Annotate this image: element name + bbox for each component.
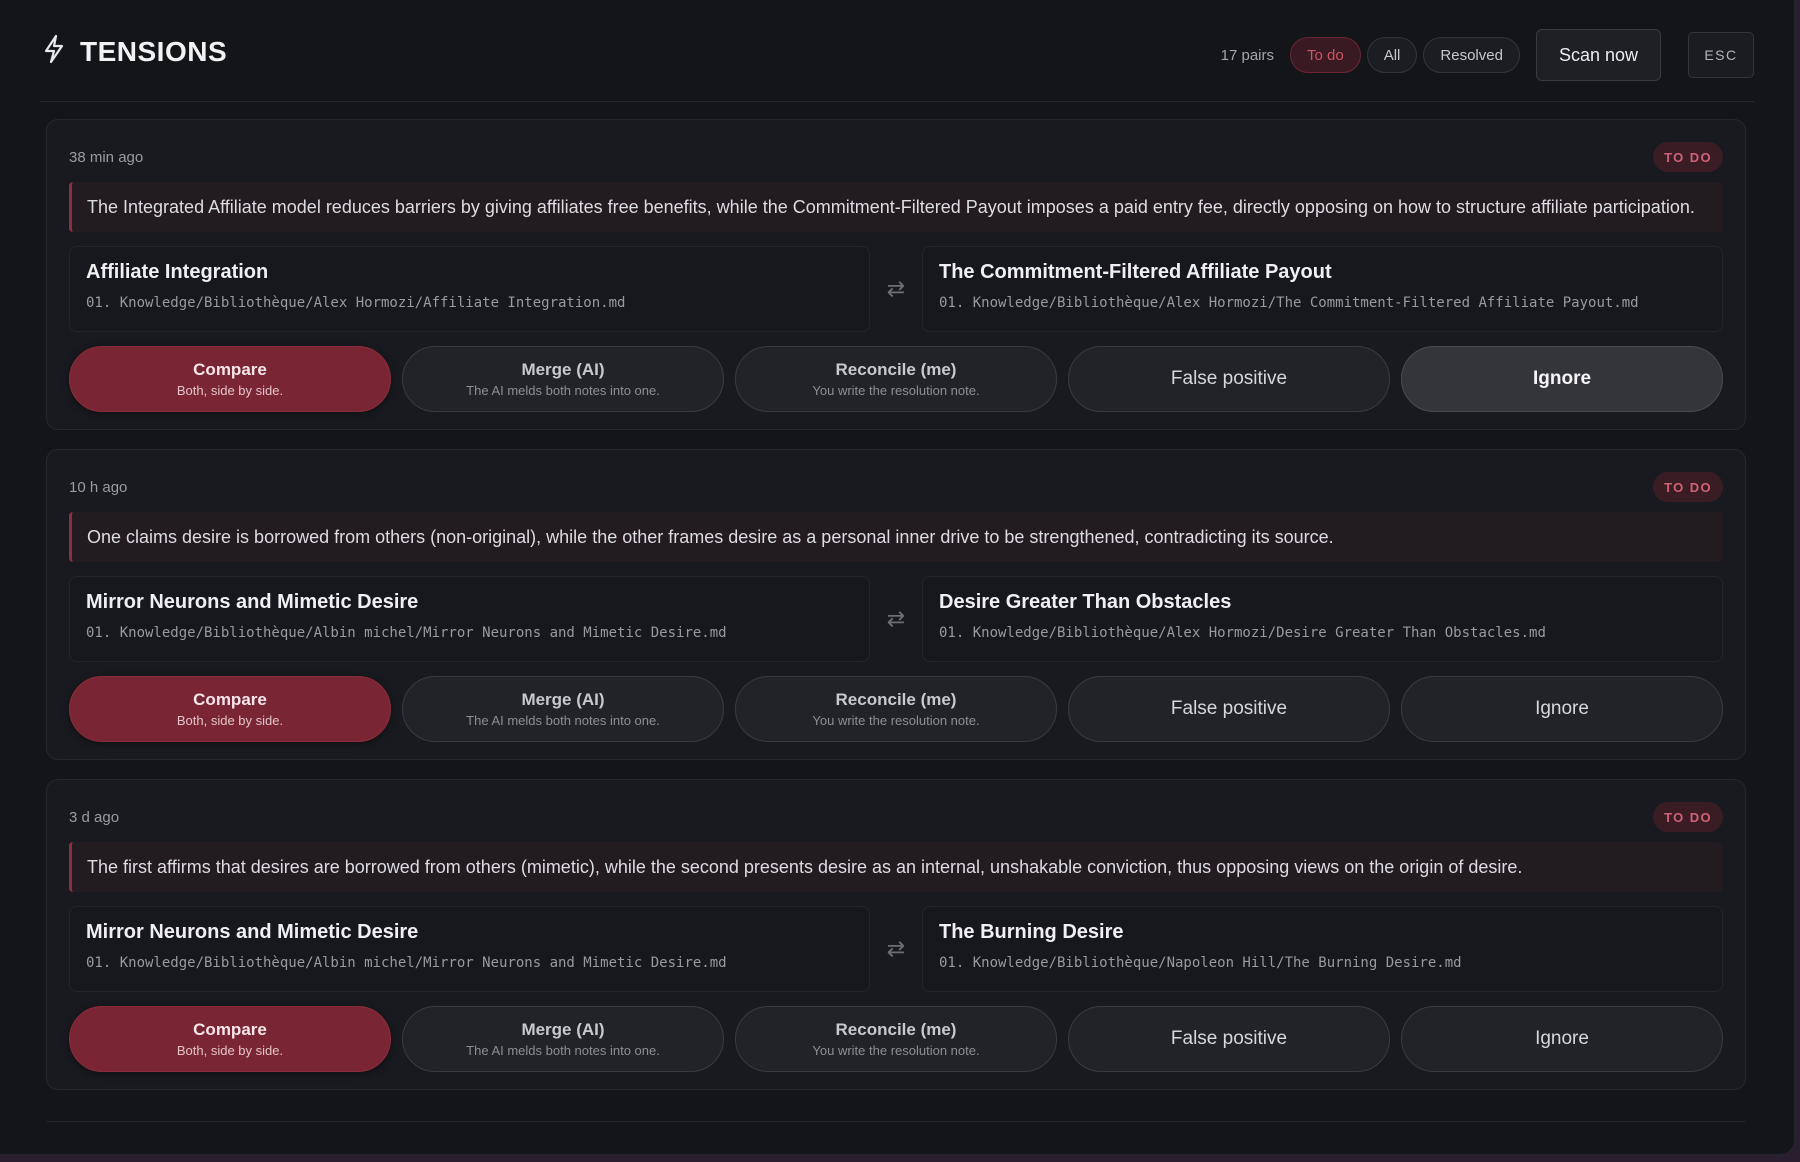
merge-ai-button[interactable]: Merge (AI) The AI melds both notes into … [402, 676, 724, 742]
tensions-window: TENSIONS 17 pairs To do All Resolved Sca… [0, 0, 1794, 1154]
reconcile-button[interactable]: Reconcile (me) You write the resolution … [735, 346, 1057, 412]
card-time: 10 h ago [69, 478, 128, 496]
compare-button[interactable]: Compare Both, side by side. [69, 1006, 391, 1072]
note-path: 01. Knowledge/Bibliothèque/Alex Hormozi/… [939, 625, 1546, 641]
swap-arrows-icon: ⇄ [886, 936, 906, 961]
note-path: 01. Knowledge/Bibliothèque/Napoleon Hill… [939, 955, 1462, 971]
false-positive-button[interactable]: False positive [1068, 676, 1390, 742]
note-title: Affiliate Integration [86, 261, 269, 283]
compare-button[interactable]: Compare Both, side by side. [69, 346, 391, 412]
swap-arrows-icon: ⇄ [886, 276, 906, 301]
page-title: TENSIONS [80, 35, 228, 67]
tension-card: 38 min ago TO DO The Integrated Affiliat… [46, 119, 1746, 430]
left-note[interactable]: Affiliate Integration 01. Knowledge/Bibl… [69, 246, 870, 332]
reconcile-label: Reconcile (me) [835, 1020, 957, 1039]
note-title: The Commitment-Filtered Affiliate Payout [939, 261, 1332, 283]
status-badge: TO DO [1653, 142, 1723, 172]
filter-todo[interactable]: To do [1290, 37, 1361, 73]
compare-sub: Both, side by side. [176, 383, 284, 398]
compare-label: Compare [193, 360, 267, 379]
tension-reason: The Integrated Affiliate model reduces b… [69, 182, 1723, 232]
esc-button[interactable]: ESC [1688, 32, 1754, 78]
card-time: 3 d ago [69, 808, 120, 826]
false-positive-button[interactable]: False positive [1068, 1006, 1390, 1072]
filter-all[interactable]: All [1366, 37, 1418, 73]
tension-card: 10 h ago TO DO One claims desire is borr… [46, 449, 1746, 760]
status-badge: TO DO [1653, 472, 1723, 502]
compare-label: Compare [193, 690, 267, 709]
left-note[interactable]: Mirror Neurons and Mimetic Desire 01. Kn… [69, 906, 870, 992]
reconcile-sub: You write the resolution note. [812, 383, 980, 398]
ignore-button[interactable]: Ignore [1401, 1006, 1723, 1072]
compare-sub: Both, side by side. [176, 713, 284, 728]
note-path: 01. Knowledge/Bibliothèque/Alex Hormozi/… [86, 295, 626, 311]
false-positive-button[interactable]: False positive [1068, 346, 1390, 412]
brand: TENSIONS [42, 34, 227, 69]
lightning-icon [42, 34, 66, 69]
note-path: 01. Knowledge/Bibliothèque/Albin michel/… [86, 955, 727, 971]
card-time: 38 min ago [69, 148, 144, 166]
scan-now-button[interactable]: Scan now [1535, 29, 1661, 81]
compare-button[interactable]: Compare Both, side by side. [69, 676, 391, 742]
header: TENSIONS 17 pairs To do All Resolved Sca… [40, 28, 1754, 102]
reconcile-label: Reconcile (me) [835, 360, 957, 379]
false-positive-label: False positive [1170, 1028, 1288, 1049]
merge-ai-button[interactable]: Merge (AI) The AI melds both notes into … [402, 346, 724, 412]
pairs-count: 17 pairs [1220, 46, 1275, 64]
header-controls: 17 pairs To do All Resolved Scan now ESC [1221, 29, 1754, 81]
ignore-label: Ignore [1535, 1028, 1589, 1049]
ignore-label: Ignore [1532, 368, 1592, 389]
status-badge: TO DO [1653, 802, 1723, 832]
false-positive-label: False positive [1170, 698, 1288, 719]
note-path: 01. Knowledge/Bibliothèque/Alex Hormozi/… [939, 295, 1639, 311]
merge-sub: The AI melds both notes into one. [466, 1043, 660, 1058]
ignore-button[interactable]: Ignore [1401, 676, 1723, 742]
left-note[interactable]: Mirror Neurons and Mimetic Desire 01. Kn… [69, 576, 870, 662]
merge-label: Merge (AI) [521, 690, 605, 709]
reconcile-button[interactable]: Reconcile (me) You write the resolution … [735, 676, 1057, 742]
tension-reason: The first affirms that desires are borro… [69, 842, 1723, 892]
reconcile-button[interactable]: Reconcile (me) You write the resolution … [735, 1006, 1057, 1072]
compare-sub: Both, side by side. [176, 1043, 284, 1058]
merge-label: Merge (AI) [521, 1020, 605, 1039]
right-note[interactable]: Desire Greater Than Obstacles 01. Knowle… [922, 576, 1723, 662]
note-title: Mirror Neurons and Mimetic Desire [86, 591, 419, 613]
false-positive-label: False positive [1170, 368, 1288, 389]
ignore-button[interactable]: Ignore [1401, 346, 1723, 412]
merge-sub: The AI melds both notes into one. [466, 383, 660, 398]
merge-ai-button[interactable]: Merge (AI) The AI melds both notes into … [402, 1006, 724, 1072]
reconcile-sub: You write the resolution note. [812, 713, 980, 728]
ignore-label: Ignore [1535, 698, 1589, 719]
tension-reason: One claims desire is borrowed from other… [69, 512, 1723, 562]
reconcile-sub: You write the resolution note. [812, 1043, 980, 1058]
swap-arrows-icon: ⇄ [886, 606, 906, 631]
tension-card: 3 d ago TO DO The first affirms that des… [46, 779, 1746, 1090]
note-path: 01. Knowledge/Bibliothèque/Albin michel/… [86, 625, 727, 641]
note-title: The Burning Desire [939, 921, 1124, 943]
merge-label: Merge (AI) [521, 360, 605, 379]
list-end-divider [46, 1121, 1746, 1122]
merge-sub: The AI melds both notes into one. [466, 713, 660, 728]
tension-list: 38 min ago TO DO The Integrated Affiliat… [46, 119, 1746, 1109]
note-title: Desire Greater Than Obstacles [939, 591, 1232, 613]
note-title: Mirror Neurons and Mimetic Desire [86, 921, 419, 943]
right-note[interactable]: The Burning Desire 01. Knowledge/Bibliot… [922, 906, 1723, 992]
compare-label: Compare [193, 1020, 267, 1039]
reconcile-label: Reconcile (me) [835, 690, 957, 709]
right-note[interactable]: The Commitment-Filtered Affiliate Payout… [922, 246, 1723, 332]
filter-resolved[interactable]: Resolved [1423, 37, 1520, 73]
